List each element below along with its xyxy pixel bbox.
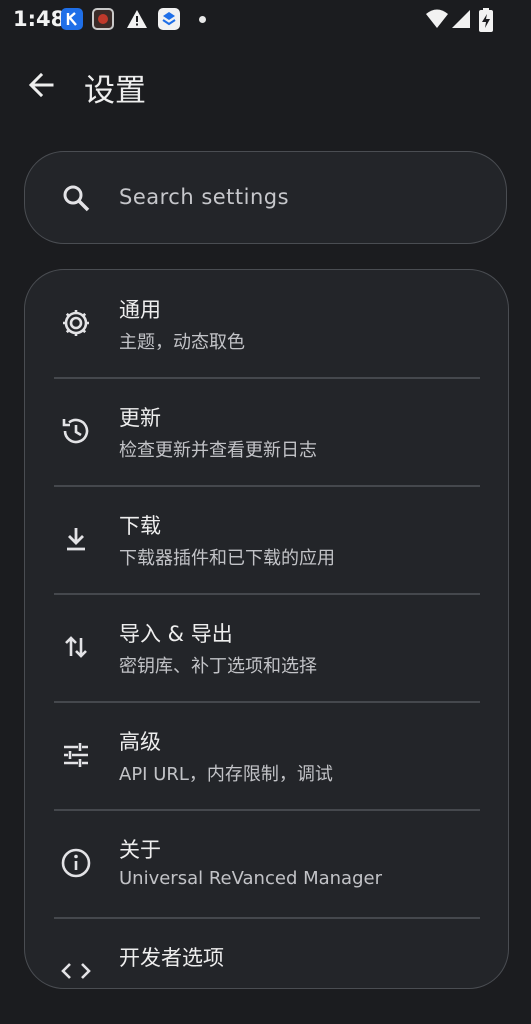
signal-icon xyxy=(450,8,472,34)
settings-item-subtitle: Universal ReVanced Manager xyxy=(119,868,382,889)
settings-item-about[interactable]: 关于 Universal ReVanced Manager xyxy=(25,810,508,916)
settings-item-title: 开发者选项 xyxy=(119,946,224,970)
status-time: 1:48 xyxy=(13,7,66,31)
settings-item-downloads[interactable]: 下载 下载器插件和已下载的应用 xyxy=(25,486,508,592)
settings-item-title: 更新 xyxy=(119,406,161,430)
back-arrow-icon[interactable] xyxy=(24,68,58,102)
more-notifications-dot xyxy=(199,16,206,23)
settings-item-title: 关于 xyxy=(119,838,161,862)
search-icon xyxy=(61,183,91,213)
settings-item-general[interactable]: 通用 主题，动态取色 xyxy=(25,270,508,376)
notification-app-icon xyxy=(61,8,83,30)
settings-item-title: 导入 & 导出 xyxy=(119,622,233,646)
page-title: 设置 xyxy=(84,73,146,109)
warning-icon xyxy=(126,8,148,30)
settings-item-title: 下载 xyxy=(119,514,161,538)
settings-item-subtitle: 主题，动态取色 xyxy=(119,332,245,353)
download-icon xyxy=(59,522,93,556)
notification-app-icon xyxy=(158,8,180,30)
import-export-icon xyxy=(59,630,93,664)
status-bar: 1:48 xyxy=(0,0,531,40)
gear-icon xyxy=(59,306,93,340)
settings-item-developer[interactable]: 开发者选项 xyxy=(25,918,508,1024)
top-app-bar: 设置 xyxy=(0,55,531,119)
notification-app-icon xyxy=(92,8,114,30)
search-input[interactable]: Search settings xyxy=(24,151,507,244)
developer-icon xyxy=(59,954,93,988)
settings-item-advanced[interactable]: 高级 API URL，内存限制，调试 xyxy=(25,702,508,808)
settings-item-title: 高级 xyxy=(119,730,161,754)
settings-item-import-export[interactable]: 导入 & 导出 密钥库、补丁选项和选择 xyxy=(25,594,508,700)
settings-item-updates[interactable]: 更新 检查更新并查看更新日志 xyxy=(25,378,508,484)
settings-item-subtitle: 密钥库、补丁选项和选择 xyxy=(119,656,317,677)
wifi-icon xyxy=(425,8,449,34)
settings-item-title: 通用 xyxy=(119,298,161,322)
update-history-icon xyxy=(59,414,93,448)
settings-list: 通用 主题，动态取色 更新 检查更新并查看更新日志 下载 下载器插件和已下载的应… xyxy=(24,269,509,989)
battery-charging-icon xyxy=(478,8,494,36)
settings-item-subtitle: 下载器插件和已下载的应用 xyxy=(119,548,335,569)
tune-icon xyxy=(59,738,93,772)
search-placeholder: Search settings xyxy=(119,185,290,209)
settings-item-subtitle: API URL，内存限制，调试 xyxy=(119,764,333,785)
settings-item-subtitle: 检查更新并查看更新日志 xyxy=(119,440,317,461)
info-icon xyxy=(59,846,93,880)
